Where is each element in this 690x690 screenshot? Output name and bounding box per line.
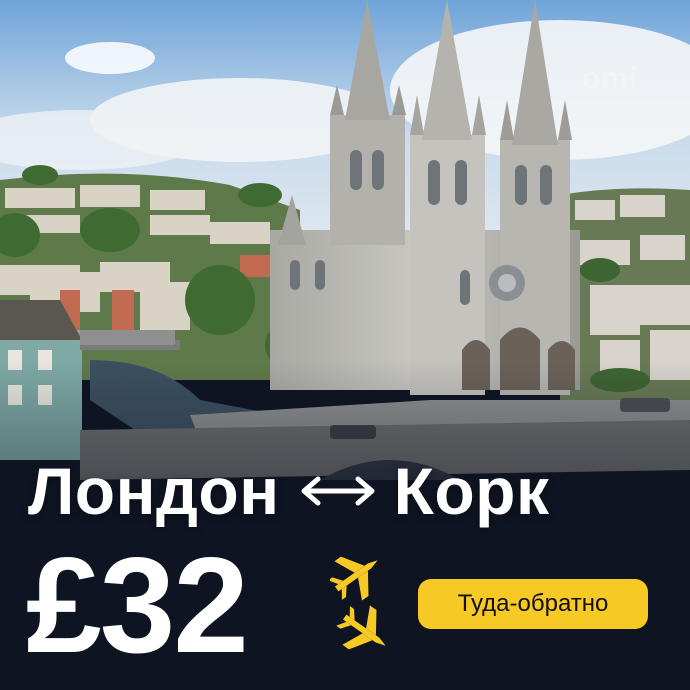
watermark: omi <box>582 62 639 95</box>
origin-city: Лондон <box>28 454 280 528</box>
route-title: Лондон Корк <box>28 446 668 536</box>
round-trip-badge: Туда-обратно <box>418 579 648 629</box>
airplanes-icon <box>330 556 386 650</box>
round-trip-label: Туда-обратно <box>457 590 609 617</box>
double-arrow-icon <box>301 476 375 506</box>
destination-city: Корк <box>393 454 550 528</box>
price-amount: £32 <box>26 529 249 681</box>
